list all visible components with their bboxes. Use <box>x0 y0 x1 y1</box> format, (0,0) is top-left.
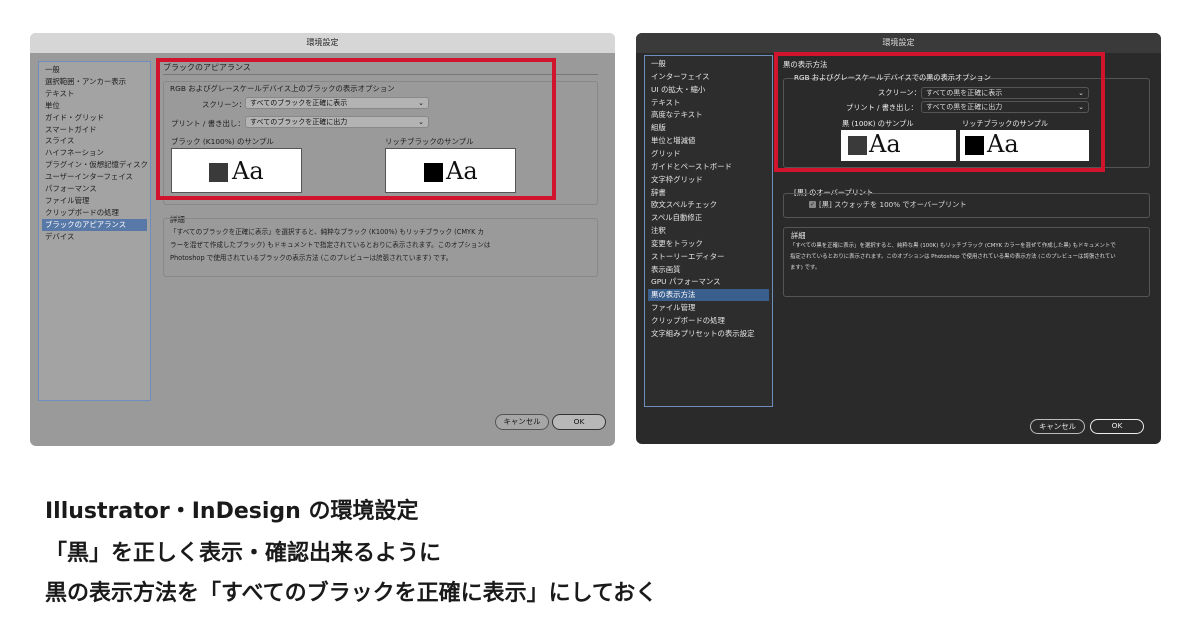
highlight-box <box>156 58 556 200</box>
sidebar-item[interactable]: ガイドとペーストボード <box>648 161 769 173</box>
caption-line-1: Illustrator・InDesign の環境設定 <box>45 499 419 524</box>
cancel-button[interactable]: キャンセル <box>1030 419 1085 434</box>
ok-button[interactable]: OK <box>1090 419 1144 434</box>
sidebar-item[interactable]: ファイル管理 <box>648 302 769 314</box>
details-line: Photoshop で使用されているブラックの表示方法 (このプレビューは誇張さ… <box>170 254 453 262</box>
dialog-title: 環境設定 <box>30 33 615 53</box>
sidebar-item[interactable]: スマートガイド <box>42 124 147 136</box>
sidebar-item[interactable]: UI の拡大・縮小 <box>648 84 769 96</box>
dialog-title: 環境設定 <box>636 33 1161 53</box>
details-line: 指定されているとおりに表示されます。このオプションは Photoshop で使用… <box>790 254 1116 260</box>
overprint-checkbox[interactable]: ✓ <box>809 201 816 208</box>
sidebar-item[interactable]: 一般 <box>42 64 147 76</box>
indesign-preferences-dialog: 環境設定 一般 インターフェイス UI の拡大・縮小 テキスト 高度なテキスト 組版 単位と… <box>636 33 1161 444</box>
sidebar-item[interactable]: グリッド <box>648 148 769 160</box>
details-line: 「すべての黒を正確に表示」を選択すると、純粋な黒 (100K) もリッチブラック… <box>790 243 1116 249</box>
sidebar-item[interactable]: スライス <box>42 135 147 147</box>
sidebar-item[interactable]: ハイフネーション <box>42 147 147 159</box>
overprint-checkbox-label: [黒] スウォッチを 100% でオーバープリント <box>819 200 967 209</box>
sidebar-item[interactable]: ガイド・グリッド <box>42 112 147 124</box>
sidebar-item[interactable]: インターフェイス <box>648 71 769 83</box>
details-line: ラーを混ぜて作成したブラック) もドキュメントで指定されているとおりに表示されま… <box>170 241 491 249</box>
caption-line-2: 「黒」を正しく表示・確認出来るように <box>45 541 442 566</box>
sidebar-item[interactable]: 単位 <box>42 100 147 112</box>
sidebar-item[interactable]: クリップボードの処理 <box>648 315 769 327</box>
sidebar-item[interactable]: 単位と増減値 <box>648 135 769 147</box>
sidebar-item[interactable]: パフォーマンス <box>42 183 147 195</box>
sidebar-item[interactable]: 文字枠グリッド <box>648 174 769 186</box>
sidebar-item[interactable]: クリップボードの処理 <box>42 207 147 219</box>
sidebar-item[interactable]: テキスト <box>648 97 769 109</box>
details-line: ます) です。 <box>790 265 821 271</box>
illustrator-preferences-dialog: 環境設定 一般 選択範囲・アンカー表示 テキスト 単位 ガイド・グリッド スマートガイドス… <box>30 33 615 446</box>
preferences-sidebar[interactable]: 一般 選択範囲・アンカー表示 テキスト 単位 ガイド・グリッド スマートガイド スライス ハイ… <box>38 61 151 401</box>
sidebar-item[interactable]: 欧文スペルチェック <box>648 199 769 211</box>
sidebar-item[interactable]: ブラックのアピアランス <box>42 218 147 231</box>
sidebar-item[interactable]: 組版 <box>648 122 769 134</box>
sidebar-item[interactable]: ユーザーインターフェイス <box>42 171 147 183</box>
sidebar-item[interactable]: プラグイン・仮想記憶ディスク <box>42 159 147 171</box>
sidebar-item[interactable]: ファイル管理 <box>42 195 147 207</box>
sidebar-item[interactable]: 選択範囲・アンカー表示 <box>42 76 147 88</box>
sidebar-item[interactable]: デバイス <box>42 231 147 243</box>
sidebar-item[interactable]: スペル自動修正 <box>648 212 769 224</box>
ok-button[interactable]: OK <box>552 414 606 430</box>
sidebar-item[interactable]: 表示画質 <box>648 264 769 276</box>
sidebar-item[interactable]: テキスト <box>42 88 147 100</box>
details-line: 「すべてのブラックを正確に表示」を選択すると、純粋なブラック (K100%) も… <box>170 228 485 236</box>
sidebar-item[interactable]: 変更をトラック <box>648 238 769 250</box>
cancel-button[interactable]: キャンセル <box>495 414 549 430</box>
caption-line-3: 黒の表示方法を「すべてのブラックを正確に表示」にしておく <box>45 581 658 606</box>
sidebar-item[interactable]: ストーリーエディター <box>648 251 769 263</box>
sidebar-item[interactable]: 一般 <box>648 58 769 70</box>
sidebar-item[interactable]: 文字組みプリセットの表示設定 <box>648 328 769 340</box>
highlight-box <box>774 52 1105 172</box>
details-box: 「すべてのブラックを正確に表示」を選択すると、純粋なブラック (K100%) も… <box>163 218 598 277</box>
sidebar-item[interactable]: 注釈 <box>648 225 769 237</box>
preferences-sidebar[interactable]: 一般 インターフェイス UI の拡大・縮小 テキスト 高度なテキスト 組版 単位と増減値 グリ… <box>644 55 773 407</box>
sidebar-item[interactable]: GPU パフォーマンス <box>648 276 769 288</box>
sidebar-item[interactable]: 高度なテキスト <box>648 109 769 121</box>
sidebar-item[interactable]: 辞書 <box>648 187 769 199</box>
details-box: 「すべての黒を正確に表示」を選択すると、純粋な黒 (100K) もリッチブラック… <box>783 227 1150 297</box>
sidebar-item[interactable]: 黒の表示方法 <box>648 289 769 302</box>
